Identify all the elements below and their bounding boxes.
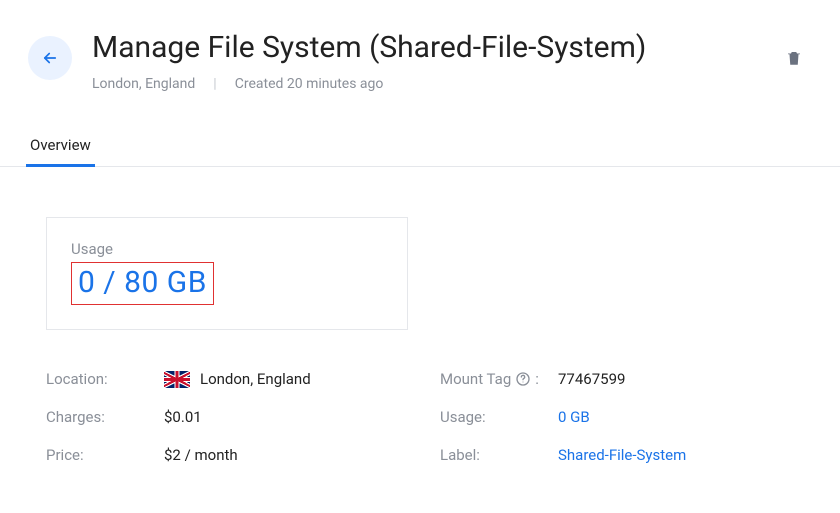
charges-label: Charges: (46, 408, 164, 426)
header-created: Created 20 minutes ago (235, 76, 384, 92)
price-label: Price: (46, 446, 164, 464)
mount-tag-label: Mount Tag : (440, 370, 558, 388)
label-value[interactable]: Shared-File-System (558, 446, 686, 464)
tab-overview[interactable]: Overview (28, 126, 93, 166)
trash-icon (785, 49, 803, 67)
usage-label: Usage (71, 240, 383, 258)
back-button[interactable] (28, 36, 72, 80)
help-icon[interactable] (515, 371, 531, 387)
usage-value: 0 / 80 GB (78, 265, 207, 300)
arrow-left-icon (41, 49, 59, 67)
mount-tag-value: 77467599 (558, 370, 625, 388)
divider: | (213, 76, 216, 92)
delete-button[interactable] (776, 40, 812, 76)
usage-detail-value[interactable]: 0 GB (558, 408, 590, 426)
page-title: Manage File System (Shared-File-System) (92, 30, 776, 66)
price-value: $2 / month (164, 446, 238, 464)
charges-value: $0.01 (164, 408, 202, 426)
location-label: Location: (46, 370, 164, 388)
uk-flag-icon (164, 371, 190, 388)
label-label: Label: (440, 446, 558, 464)
usage-detail-label: Usage: (440, 408, 558, 426)
header-location: London, England (92, 76, 195, 92)
location-value: London, England (200, 370, 311, 388)
usage-highlight: 0 / 80 GB (71, 262, 214, 305)
usage-card: Usage 0 / 80 GB (46, 217, 408, 330)
